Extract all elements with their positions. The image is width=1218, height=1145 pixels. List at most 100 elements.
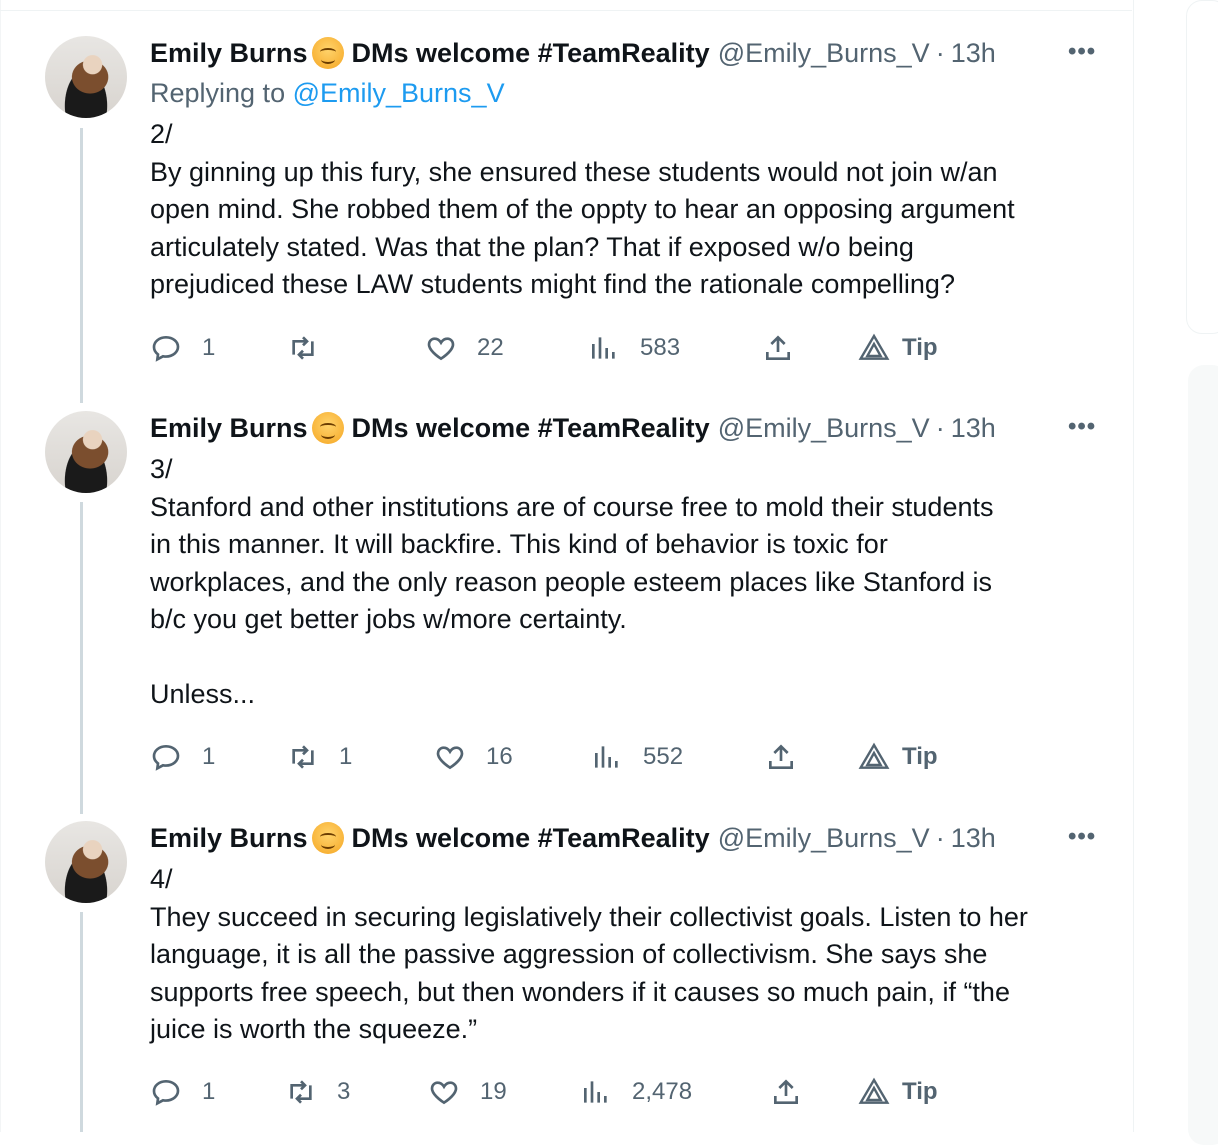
- views-icon: [592, 337, 615, 359]
- tip-icon: [858, 333, 890, 360]
- avatar[interactable]: [45, 821, 127, 903]
- replying-to: Replying to @Emily_Burns_V: [150, 78, 505, 109]
- action-bar: 1 22 583 Tip: [150, 328, 970, 368]
- retweet-icon: [292, 336, 314, 360]
- share-button[interactable]: [762, 328, 794, 368]
- author-handle[interactable]: @Emily_Burns_V: [718, 823, 930, 854]
- text-line: open mind. She robbed them of the oppty …: [150, 194, 1015, 224]
- avatar[interactable]: [45, 411, 127, 493]
- like-count: 22: [477, 334, 504, 361]
- tip-button[interactable]: Tip: [858, 1072, 938, 1112]
- text-line: By ginning up this fury, she ensured the…: [150, 156, 998, 187]
- heart-icon: [427, 337, 455, 361]
- reply-icon: [152, 1079, 180, 1106]
- more-icon[interactable]: •••: [1068, 413, 1096, 441]
- action-bar: 1 1 16 552 Tip: [150, 737, 970, 777]
- like-count: 19: [480, 1078, 507, 1105]
- like-button[interactable]: 22: [425, 328, 504, 368]
- text-line: articulately stated. Was that the plan? …: [150, 231, 914, 262]
- tip-label: Tip: [902, 743, 938, 770]
- heart-icon: [436, 746, 464, 770]
- retweet-icon: [292, 745, 314, 769]
- share-icon: [774, 1079, 798, 1104]
- views-count: 552: [643, 743, 684, 770]
- separator: ·: [935, 412, 945, 443]
- sidebar-panel: [1188, 365, 1218, 1145]
- tip-button[interactable]: Tip: [858, 737, 938, 777]
- timestamp[interactable]: 13h: [951, 413, 996, 444]
- reply-button[interactable]: 1: [150, 1072, 215, 1112]
- reply-button[interactable]: 1: [150, 328, 215, 368]
- divider: [0, 10, 1132, 11]
- views-icon: [584, 1081, 607, 1103]
- reply-icon: [152, 335, 180, 362]
- author-handle[interactable]: @Emily_Burns_V: [718, 413, 930, 444]
- like-button[interactable]: 19: [428, 1072, 507, 1112]
- views-icon: [595, 746, 618, 768]
- heart-icon: [430, 1081, 458, 1105]
- share-button[interactable]: [770, 1072, 802, 1112]
- reply-count: 1: [202, 743, 216, 770]
- thread-connector: [80, 502, 83, 814]
- retweet-button[interactable]: 3: [285, 1072, 350, 1112]
- tip-label: Tip: [902, 334, 938, 361]
- retweet-count: 3: [337, 1078, 351, 1105]
- author-name[interactable]: Emily Burns: [150, 823, 308, 854]
- retweet-icon: [290, 1080, 312, 1104]
- tip-icon: [858, 742, 890, 769]
- avatar[interactable]: [45, 36, 127, 118]
- tip-button[interactable]: Tip: [858, 328, 938, 368]
- retweet-button[interactable]: [287, 328, 339, 368]
- replying-handle-link[interactable]: @Emily_Burns_V: [293, 78, 505, 108]
- text-line: in this manner. It will backfire. This k…: [150, 529, 888, 559]
- author-name-suffix[interactable]: DMs welcome #TeamReality: [352, 38, 710, 69]
- text-line: 2/: [150, 119, 173, 149]
- author-name-suffix[interactable]: DMs welcome #TeamReality: [352, 413, 710, 444]
- text-line: juice is worth the squeeze.”: [150, 1014, 478, 1044]
- text-line: 3/: [150, 454, 173, 484]
- reply-icon: [152, 744, 180, 771]
- replying-label: Replying to: [150, 78, 293, 108]
- text-line: Unless...: [150, 679, 256, 709]
- share-icon: [769, 744, 793, 769]
- views-button[interactable]: 552: [591, 737, 683, 777]
- retweet-button[interactable]: 1: [287, 737, 352, 777]
- text-line: supports free speech, but then wonders i…: [150, 976, 1010, 1007]
- views-button[interactable]: 583: [588, 328, 680, 368]
- share-button[interactable]: [765, 737, 797, 777]
- tweet-header: Emily Burns DMs welcome #TeamReality @Em…: [150, 36, 996, 70]
- tweet-header: Emily Burns DMs welcome #TeamReality @Em…: [150, 821, 996, 855]
- author-name[interactable]: Emily Burns: [150, 413, 308, 444]
- more-icon[interactable]: •••: [1068, 823, 1096, 851]
- tweet-header: Emily Burns DMs welcome #TeamReality @Em…: [150, 411, 996, 445]
- text-line: workplaces, and the only reason people e…: [150, 566, 992, 597]
- smiling-face-icon: [311, 412, 344, 444]
- views-button[interactable]: 2,478: [580, 1072, 692, 1112]
- views-count: 583: [640, 334, 681, 361]
- timestamp[interactable]: 13h: [951, 38, 996, 69]
- more-icon[interactable]: •••: [1068, 38, 1096, 66]
- text-line: 4/: [150, 864, 173, 894]
- retweet-count: 1: [339, 743, 353, 770]
- sidebar-card: [1186, 0, 1218, 334]
- text-line: They succeed in securing legislatively t…: [150, 901, 1028, 932]
- tip-icon: [858, 1077, 890, 1104]
- share-icon: [766, 335, 790, 360]
- author-handle[interactable]: @Emily_Burns_V: [718, 38, 930, 69]
- like-count: 16: [486, 743, 513, 770]
- timestamp[interactable]: 13h: [951, 823, 996, 854]
- action-bar: 1 3 19 2,478 Tip: [150, 1072, 970, 1112]
- smiling-face-icon: [311, 37, 344, 69]
- like-button[interactable]: 16: [434, 737, 513, 777]
- tweet-text: 4/ They succeed in securing legislativel…: [150, 861, 1110, 1049]
- author-name-suffix[interactable]: DMs welcome #TeamReality: [352, 823, 710, 854]
- reply-button[interactable]: 1: [150, 737, 215, 777]
- text-line: language, it is all the passive aggressi…: [150, 939, 988, 969]
- thread-connector: [80, 128, 83, 403]
- reply-count: 1: [202, 1078, 216, 1105]
- separator: ·: [935, 37, 945, 68]
- text-line: prejudiced these LAW students might find…: [150, 269, 955, 299]
- author-name[interactable]: Emily Burns: [150, 38, 308, 69]
- text-line: Stanford and other institutions are of c…: [150, 491, 994, 522]
- tweet-text: 3/ Stanford and other institutions are o…: [150, 451, 1110, 714]
